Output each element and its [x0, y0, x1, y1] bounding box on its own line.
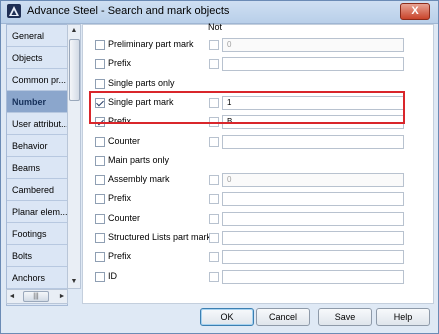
scroll-left-arrow-icon[interactable]: ◄ [7, 290, 17, 303]
row-label: Prefix [108, 58, 132, 68]
row-label: Main parts only [108, 155, 170, 165]
include-checkbox[interactable] [95, 252, 105, 262]
sidebar-item-common-pr[interactable]: Common pr... [7, 69, 67, 91]
sidebar-item-bolts[interactable]: Bolts [7, 245, 67, 267]
include-checkbox[interactable] [95, 59, 105, 69]
row-label: Counter [108, 136, 141, 146]
include-checkbox[interactable] [95, 156, 105, 166]
hscroll-thumb-grip-icon[interactable]: ||| [23, 291, 49, 302]
scroll-right-arrow-icon[interactable]: ► [57, 290, 67, 303]
not-checkbox[interactable] [209, 137, 219, 147]
row-label: Single parts only [108, 78, 175, 88]
value-input[interactable] [222, 192, 404, 206]
value-input[interactable]: 0 [222, 173, 404, 187]
not-column-header: Not [208, 22, 223, 32]
sidebar-horizontal-scrollbar[interactable]: ◄ ||| ► [6, 289, 68, 304]
not-checkbox[interactable] [209, 233, 219, 243]
not-checkbox[interactable] [209, 59, 219, 69]
sidebar-item-objects[interactable]: Objects [7, 47, 67, 69]
include-checkbox[interactable] [95, 79, 105, 89]
not-checkbox[interactable] [209, 175, 219, 185]
sidebar-vertical-scrollbar[interactable]: ▲ ▼ [67, 24, 81, 289]
value-input[interactable] [222, 231, 404, 245]
not-checkbox[interactable] [209, 214, 219, 224]
title-bar[interactable]: Advance Steel - Search and mark objects … [1, 1, 438, 24]
row-label: Prefix [108, 251, 132, 261]
highlight-box [89, 91, 405, 124]
include-checkbox[interactable] [95, 40, 105, 50]
window-title: Advance Steel - Search and mark objects [27, 5, 230, 17]
sidebar-item-footings[interactable]: Footings [7, 223, 67, 245]
scroll-thumb[interactable] [69, 39, 80, 101]
not-checkbox[interactable] [209, 40, 219, 50]
value-input[interactable] [222, 212, 404, 226]
include-checkbox[interactable] [95, 137, 105, 147]
row-label: Preliminary part mark [108, 39, 194, 49]
sidebar-item-general[interactable]: General [7, 25, 67, 47]
save-button[interactable]: Save [318, 308, 372, 326]
row-label: Assembly mark [108, 174, 170, 184]
sidebar-item-beams[interactable]: Beams [7, 157, 67, 179]
not-checkbox[interactable] [209, 272, 219, 282]
advance-steel-logo-icon [7, 4, 21, 18]
row-label: Prefix [108, 193, 132, 203]
sidebar-item-behavior[interactable]: Behavior [7, 135, 67, 157]
value-input[interactable] [222, 135, 404, 149]
sidebar-item-user-attribut[interactable]: User attribut... [7, 113, 67, 135]
value-input[interactable] [222, 250, 404, 264]
ok-button[interactable]: OK [200, 308, 254, 326]
category-sidebar: General Objects Common pr... Number User att… [6, 24, 68, 306]
scroll-up-arrow-icon[interactable]: ▲ [68, 25, 80, 37]
cancel-button[interactable]: Cancel [256, 308, 310, 326]
value-input[interactable] [222, 57, 404, 71]
row-label: Structured Lists part mark [108, 232, 212, 242]
help-button[interactable]: Help [376, 308, 430, 326]
sidebar-item-number[interactable]: Number [7, 91, 67, 113]
scroll-down-arrow-icon[interactable]: ▼ [68, 276, 80, 288]
sidebar-item-anchors[interactable]: Anchors [7, 267, 67, 289]
value-input[interactable]: 0 [222, 38, 404, 52]
sidebar-item-cambered[interactable]: Cambered [7, 179, 67, 201]
include-checkbox[interactable] [95, 233, 105, 243]
include-checkbox[interactable] [95, 272, 105, 282]
row-label: ID [108, 271, 117, 281]
sidebar-item-planar-elem[interactable]: Planar elem... [7, 201, 67, 223]
include-checkbox[interactable] [95, 175, 105, 185]
include-checkbox[interactable] [95, 194, 105, 204]
not-checkbox[interactable] [209, 194, 219, 204]
include-checkbox[interactable] [95, 214, 105, 224]
not-checkbox[interactable] [209, 252, 219, 262]
close-button[interactable]: X [400, 3, 430, 20]
row-label: Counter [108, 213, 141, 223]
value-input[interactable] [222, 270, 404, 284]
